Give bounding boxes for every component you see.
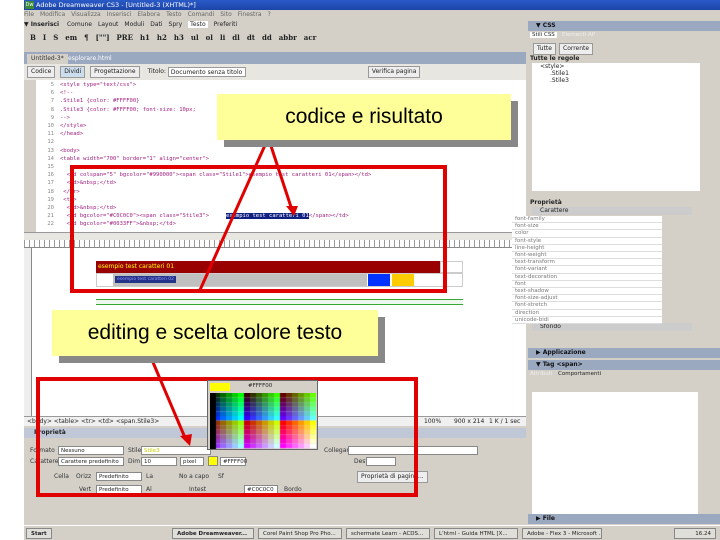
css-property-row[interactable]: text-transform	[512, 259, 662, 267]
css-property-row[interactable]: color	[512, 230, 662, 238]
callout-codice-risultato: codice e risultato	[217, 94, 511, 140]
css-property-row[interactable]: font-stretch	[512, 302, 662, 310]
css-property-row[interactable]: font-size	[512, 223, 662, 231]
callout-editing-colore: editing e scelta colore testo	[52, 310, 378, 356]
arrow-head-2	[286, 206, 298, 216]
css-property-row[interactable]: font-style	[512, 237, 662, 245]
css-property-row[interactable]: text-shadow	[512, 288, 662, 296]
arrow-head-3	[180, 434, 192, 446]
css-property-row[interactable]: font-variant	[512, 266, 662, 274]
css-property-row[interactable]: unicode-bidi	[512, 316, 662, 324]
css-property-row[interactable]: line-height	[512, 244, 662, 252]
arrow-line-2	[268, 142, 294, 211]
css-property-row[interactable]: font-family	[512, 216, 662, 224]
css-property-row[interactable]: direction	[512, 309, 662, 317]
css-property-row[interactable]: font	[512, 280, 662, 288]
css-property-row[interactable]: text-decoration	[512, 273, 662, 281]
css-property-row[interactable]: font-size-adjust	[512, 295, 662, 303]
css-property-row[interactable]: font-weight	[512, 252, 662, 260]
arrow-line-3	[150, 359, 188, 441]
arrow-line-1	[198, 142, 268, 291]
